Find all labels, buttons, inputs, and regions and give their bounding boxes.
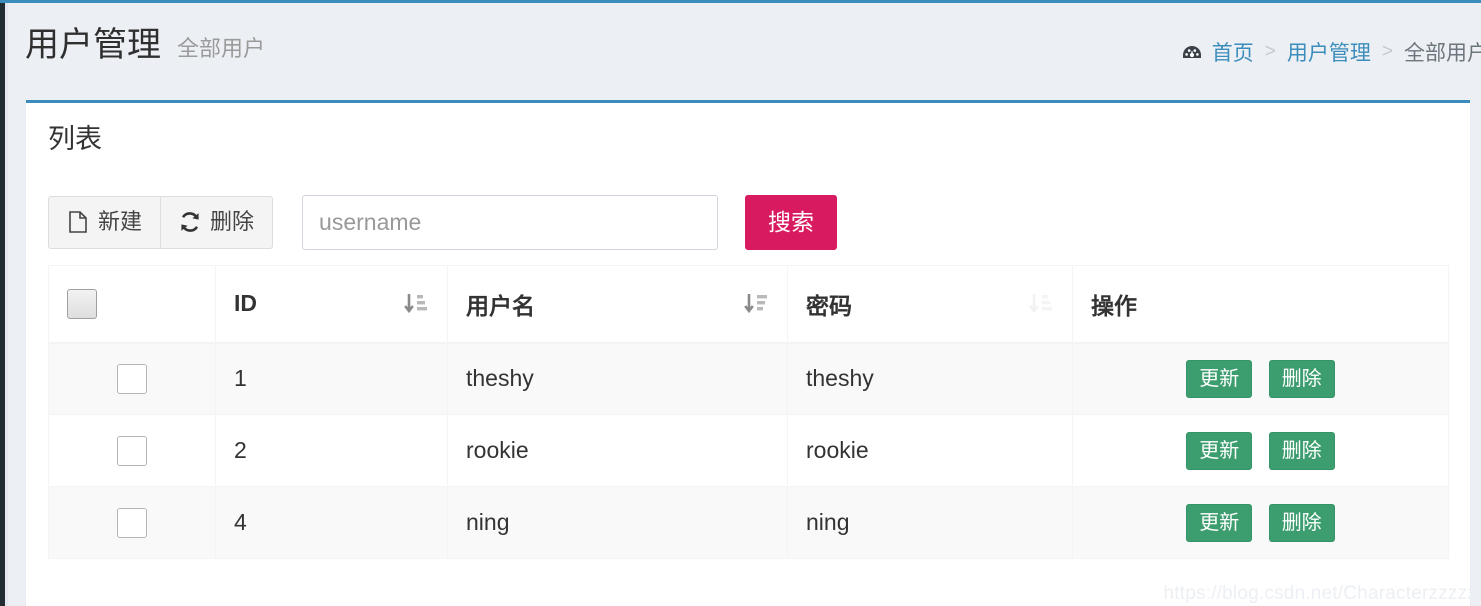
- row-username: ning: [447, 486, 788, 559]
- column-header-id[interactable]: ID: [215, 265, 448, 344]
- search-input[interactable]: [302, 194, 719, 250]
- content-header: 用户管理 全部用户 首页 > 用户管理 > 全部用户: [8, 3, 1481, 90]
- breadcrumb-separator: >: [1264, 41, 1276, 62]
- watermark: https://blog.csdn.net/Characterzzzzz: [1163, 583, 1477, 604]
- column-header-operations: 操作: [1072, 265, 1449, 344]
- page-root: 用户管理 全部用户 首页 > 用户管理 > 全部用户 列表 新建 删除 user…: [0, 0, 1481, 606]
- new-button-label: 新建: [98, 209, 143, 234]
- batch-delete-button[interactable]: 删除: [161, 195, 274, 249]
- table-row: 4 ning ning 更新 删除: [48, 486, 1449, 559]
- column-header-password-label: 密码: [806, 292, 852, 319]
- column-header-password[interactable]: 密码: [787, 265, 1073, 344]
- column-header-username[interactable]: 用户名: [447, 265, 788, 344]
- row-delete-button[interactable]: 删除: [1268, 503, 1335, 542]
- box-body: 新建 删除 username 搜索 ID 用户名 密码 操作 1 theshy …: [26, 169, 1470, 559]
- breadcrumb-item-home[interactable]: 首页: [1212, 37, 1254, 67]
- row-id: 2: [215, 414, 448, 487]
- sort-amount-up-icon[interactable]: [743, 291, 769, 317]
- box-header: 列表: [26, 103, 1470, 169]
- action-button-group: 新建 删除: [48, 195, 274, 249]
- sort-amount-down-icon[interactable]: [403, 291, 429, 317]
- row-password: ning: [787, 486, 1073, 559]
- select-all-checkbox[interactable]: [67, 288, 97, 319]
- row-id: 1: [215, 342, 448, 415]
- column-header-select: [48, 265, 216, 344]
- column-header-operations-label: 操作: [1091, 292, 1137, 319]
- row-checkbox[interactable]: [117, 435, 147, 466]
- users-table-head: ID 用户名 密码 操作: [48, 265, 1449, 344]
- row-checkbox[interactable]: [117, 507, 147, 538]
- row-delete-button[interactable]: 删除: [1268, 359, 1335, 398]
- table-header-row: ID 用户名 密码 操作: [48, 265, 1449, 344]
- dashboard-icon: [1181, 42, 1203, 64]
- users-table-body: 1 theshy theshy 更新 删除 2 rookie rookie 更新…: [48, 342, 1449, 559]
- sidebar-edge-shadow: [5, 3, 8, 606]
- page-title: 用户管理: [25, 26, 161, 64]
- row-username: theshy: [447, 342, 788, 415]
- row-update-button[interactable]: 更新: [1186, 503, 1253, 542]
- row-password: theshy: [787, 342, 1073, 415]
- batch-delete-button-label: 删除: [210, 209, 255, 234]
- page-title-group: 用户管理 全部用户: [25, 25, 265, 65]
- column-header-username-label: 用户名: [466, 292, 535, 319]
- box-title: 列表: [48, 123, 102, 154]
- table-row: 1 theshy theshy 更新 删除: [48, 342, 1449, 415]
- list-box: 列表 新建 删除 username 搜索 ID 用户名 密码 操作 1 thes…: [26, 100, 1470, 606]
- sort-inactive-icon[interactable]: [1028, 291, 1054, 317]
- row-select-cell: [48, 342, 216, 415]
- toolbar: 新建 删除 username 搜索: [48, 169, 1448, 250]
- breadcrumb: 首页 > 用户管理 > 全部用户: [1181, 37, 1481, 67]
- new-button[interactable]: 新建: [48, 195, 162, 249]
- refresh-icon: [179, 210, 201, 234]
- row-id: 4: [215, 486, 448, 559]
- row-password: rookie: [787, 414, 1073, 487]
- file-icon: [67, 210, 89, 234]
- users-table: ID 用户名 密码 操作 1 theshy theshy 更新 删除 2 roo…: [48, 265, 1449, 559]
- page-subtitle: 全部用户: [177, 36, 266, 61]
- row-username: rookie: [447, 414, 788, 487]
- row-operations: 更新 删除: [1072, 486, 1449, 559]
- breadcrumb-item-user-management[interactable]: 用户管理: [1287, 37, 1371, 67]
- breadcrumb-item-all-users: 全部用户: [1404, 42, 1481, 65]
- row-select-cell: [48, 486, 216, 559]
- row-delete-button[interactable]: 删除: [1268, 431, 1335, 470]
- row-operations: 更新 删除: [1072, 414, 1449, 487]
- row-checkbox[interactable]: [117, 363, 147, 394]
- column-header-id-label: ID: [234, 290, 257, 317]
- search-button[interactable]: 搜索: [745, 194, 838, 250]
- row-select-cell: [48, 414, 216, 487]
- row-update-button[interactable]: 更新: [1186, 359, 1253, 398]
- row-operations: 更新 删除: [1072, 342, 1449, 415]
- breadcrumb-separator: >: [1381, 41, 1393, 62]
- table-row: 2 rookie rookie 更新 删除: [48, 414, 1449, 487]
- row-update-button[interactable]: 更新: [1186, 431, 1253, 470]
